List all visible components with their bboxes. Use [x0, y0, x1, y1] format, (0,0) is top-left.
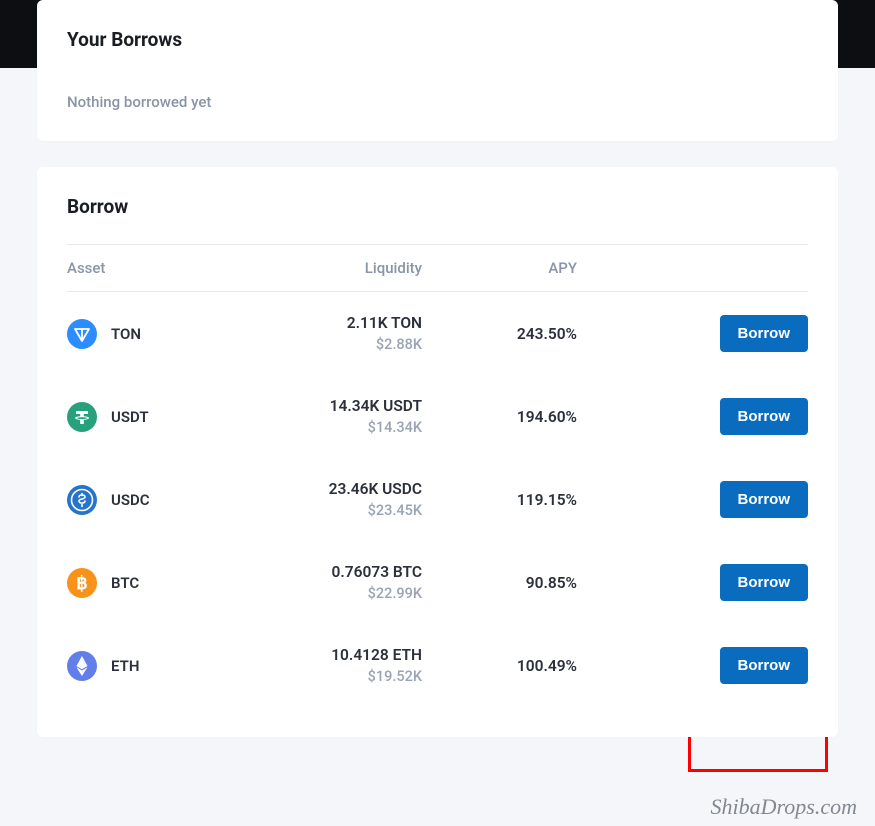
asset-symbol: USDT	[111, 408, 149, 426]
liquidity-amount: 0.76073 BTC	[237, 563, 422, 581]
borrow-asset-list: TON 2.11K TON $2.88K 243.50% Borrow USDT…	[67, 292, 808, 707]
action-cell: Borrow	[577, 647, 808, 684]
liquidity-usd: $14.34K	[237, 419, 422, 436]
your-borrows-empty: Nothing borrowed yet	[67, 93, 808, 111]
liquidity-usd: $19.52K	[237, 668, 422, 685]
eth-icon	[67, 651, 97, 681]
asset-cell: TON	[67, 319, 237, 349]
page-container: Your Borrows Nothing borrowed yet Borrow…	[0, 0, 875, 737]
action-cell: Borrow	[577, 481, 808, 518]
ton-icon	[67, 319, 97, 349]
liquidity-usd: $23.45K	[237, 502, 422, 519]
asset-symbol: BTC	[111, 574, 139, 592]
apy-value: 100.49%	[422, 657, 577, 675]
liquidity-cell: 14.34K USDT $14.34K	[237, 397, 422, 436]
asset-row: USDC 23.46K USDC $23.45K 119.15% Borrow	[67, 458, 808, 541]
your-borrows-title: Your Borrows	[67, 28, 808, 51]
apy-value: 90.85%	[422, 574, 577, 592]
apy-value: 119.15%	[422, 491, 577, 509]
action-cell: Borrow	[577, 398, 808, 435]
borrow-button[interactable]: Borrow	[720, 481, 809, 518]
asset-row: TON 2.11K TON $2.88K 243.50% Borrow	[67, 292, 808, 375]
asset-symbol: TON	[111, 325, 141, 343]
borrow-button[interactable]: Borrow	[720, 315, 809, 352]
asset-cell: USDT	[67, 402, 237, 432]
asset-cell: USDC	[67, 485, 237, 515]
borrow-card: Borrow Asset Liquidity APY TON 2.11K TON…	[37, 167, 838, 737]
asset-symbol: ETH	[111, 657, 139, 675]
liquidity-cell: 2.11K TON $2.88K	[237, 314, 422, 353]
borrow-title: Borrow	[67, 195, 808, 218]
apy-value: 243.50%	[422, 325, 577, 343]
liquidity-amount: 14.34K USDT	[237, 397, 422, 415]
liquidity-usd: $2.88K	[237, 336, 422, 353]
borrow-table-header: Asset Liquidity APY	[67, 244, 808, 292]
action-cell: Borrow	[577, 564, 808, 601]
column-header-liquidity: Liquidity	[237, 259, 422, 277]
asset-cell: ฿ BTC	[67, 568, 237, 598]
asset-symbol: USDC	[111, 491, 150, 509]
action-cell: Borrow	[577, 315, 808, 352]
usdt-icon	[67, 402, 97, 432]
your-borrows-card: Your Borrows Nothing borrowed yet	[37, 0, 838, 141]
asset-cell: ETH	[67, 651, 237, 681]
apy-value: 194.60%	[422, 408, 577, 426]
liquidity-usd: $22.99K	[237, 585, 422, 602]
watermark: ShibaDrops.com	[711, 794, 857, 820]
liquidity-cell: 0.76073 BTC $22.99K	[237, 563, 422, 602]
column-header-asset: Asset	[67, 259, 237, 277]
borrow-button[interactable]: Borrow	[720, 564, 809, 601]
liquidity-amount: 23.46K USDC	[237, 480, 422, 498]
liquidity-cell: 10.4128 ETH $19.52K	[237, 646, 422, 685]
liquidity-amount: 2.11K TON	[237, 314, 422, 332]
column-header-apy: APY	[422, 259, 577, 277]
liquidity-amount: 10.4128 ETH	[237, 646, 422, 664]
liquidity-cell: 23.46K USDC $23.45K	[237, 480, 422, 519]
borrow-button[interactable]: Borrow	[720, 398, 809, 435]
asset-row: ฿ BTC 0.76073 BTC $22.99K 90.85% Borrow	[67, 541, 808, 624]
borrow-button[interactable]: Borrow	[720, 647, 809, 684]
usdc-icon	[67, 485, 97, 515]
btc-icon: ฿	[67, 568, 97, 598]
asset-row: USDT 14.34K USDT $14.34K 194.60% Borrow	[67, 375, 808, 458]
svg-text:฿: ฿	[76, 573, 87, 593]
asset-row: ETH 10.4128 ETH $19.52K 100.49% Borrow	[67, 624, 808, 707]
